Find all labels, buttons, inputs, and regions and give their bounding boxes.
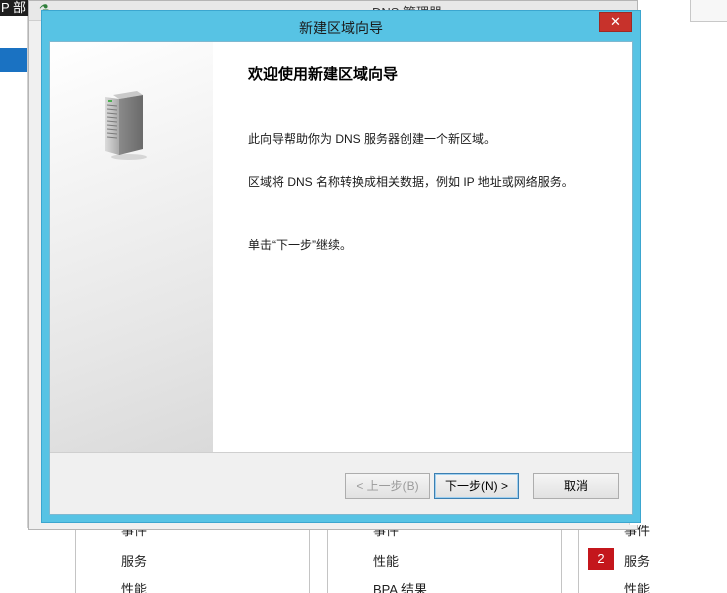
wizard-title: 新建区域向导 <box>299 20 383 36</box>
wizard-instruction-text: 单击“下一步”继续。 <box>248 238 352 252</box>
tile-row-bpa-results[interactable]: BPA 结果 <box>373 579 427 593</box>
background-toolbar-area <box>690 0 727 22</box>
close-button[interactable]: ✕ <box>599 12 632 32</box>
tile-row-services[interactable]: 服务 <box>121 551 147 570</box>
next-button[interactable]: 下一步(N) > <box>434 473 519 499</box>
wizard-body: 欢迎使用新建区域向导 此向导帮助你为 DNS 服务器创建一个新区域。 区域将 D… <box>49 41 633 515</box>
server-icon <box>105 91 147 160</box>
server-tile-1: 事件 服务 性能 <box>75 520 310 593</box>
wizard-intro-text: 此向导帮助你为 DNS 服务器创建一个新区域。 <box>248 132 497 146</box>
tile-row-services[interactable]: 服务 <box>624 551 650 570</box>
tile-row-performance[interactable]: 性能 <box>373 551 399 570</box>
sidebar-selected-item[interactable] <box>0 48 28 72</box>
background-app-label: P 部 <box>0 0 28 16</box>
wizard-content: 欢迎使用新建区域向导 此向导帮助你为 DNS 服务器创建一个新区域。 区域将 D… <box>213 42 632 452</box>
back-button[interactable]: < 上一步(B) <box>345 473 430 499</box>
cancel-button[interactable]: 取消 <box>533 473 619 499</box>
new-zone-wizard-dialog: 新建区域向导 ✕ 欢迎使用新建区域向导 此向导帮助你为 DNS 服务器创建一个新… <box>41 10 641 523</box>
wizard-side-panel <box>50 42 213 452</box>
server-tile-2: 事件 性能 BPA 结果 <box>327 520 562 593</box>
server-tile-3: 2 事件 服务 性能 <box>578 520 727 593</box>
tile-row-performance[interactable]: 性能 <box>624 579 650 593</box>
wizard-description-text: 区域将 DNS 名称转换成相关数据，例如 IP 地址或网络服务。 <box>248 175 574 189</box>
button-bar-divider <box>50 452 632 453</box>
tile-row-performance[interactable]: 性能 <box>121 579 147 593</box>
wizard-heading: 欢迎使用新建区域向导 <box>248 66 399 83</box>
alert-count-badge: 2 <box>588 548 614 570</box>
wizard-titlebar[interactable]: 新建区域向导 ✕ <box>42 11 640 41</box>
